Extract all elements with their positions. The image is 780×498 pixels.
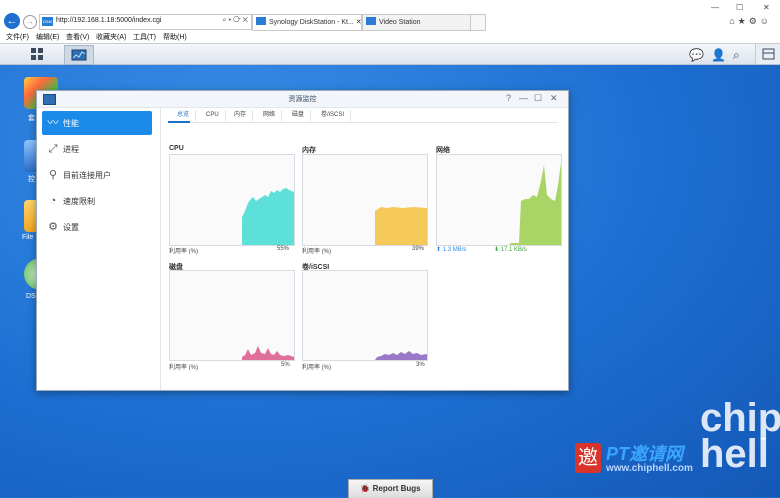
menu-edit[interactable]: 编辑(E) [36,32,59,42]
cpu-value: 55% [277,246,290,252]
volume-footer-label: 利用率 (%) [302,365,331,371]
browser-tab-video-station[interactable]: Video Station [362,14,471,31]
volume-chart [302,270,428,361]
monitor-tabs: 总览 CPU 内存 网络 磁盘 卷/iSCSI [168,108,558,123]
new-tab-button[interactable] [470,14,486,31]
window-title: 资源监控 [288,96,317,103]
menu-bar: 文件(F) 编辑(E) 查看(V) 收藏夹(A) 工具(T) 帮助(H) [0,31,780,44]
maximize-button[interactable]: ☐ [736,3,743,12]
address-bar[interactable]: DSM http://192.168.1.18:5000/index.cgi ⌕… [39,14,252,30]
watermark-seal-icon: 邀 [575,443,601,473]
tab-overview[interactable]: 总览 [171,110,197,121]
user-icon[interactable]: 👤 [711,48,726,62]
network-chart [436,154,562,246]
sidebar-item-label: 速度限制 [63,197,95,206]
sidebar: 〰 性能 ⤢ 进程 ⚲ 目前连接用户 ◔ 速度限制 ⚙ 设置 [37,108,161,390]
network-traffic-area [509,163,561,245]
sidebar-item-settings[interactable]: ⚙ 设置 [42,215,152,239]
report-bugs-label: Report Bugs [372,484,421,493]
cpu-usage-area [242,188,294,245]
cpu-footer-label: 利用率 (%) [169,249,198,255]
active-tab-indicator [168,121,190,123]
main-menu-grid-icon[interactable] [25,45,51,63]
desktop-label: File [22,234,34,241]
search-icon[interactable]: ⌕ [733,48,740,63]
upload-arrow-icon: ⬆ [436,247,442,253]
dsm-taskbar [0,44,780,65]
sidebar-item-performance[interactable]: 〰 性能 [42,111,152,135]
volume-value: 3% [416,362,425,368]
resource-monitor-window: 资源监控 ? — ☐ ✕ 〰 性能 ⤢ 进程 ⚲ 目前连接用户 ◔ 速度限制 ⚙… [36,90,569,391]
chat-icon[interactable]: 💬 [689,48,704,62]
disk-usage-area [242,346,294,360]
tab-volume-iscsi[interactable]: 卷/iSCSI [315,110,352,121]
memory-value: 39% [412,246,425,252]
sidebar-item-speed-limit[interactable]: ◔ 速度限制 [42,189,152,213]
close-window-button[interactable]: ✕ [763,3,770,12]
search-refresh-icon[interactable]: ⌕ ▾ ⟳ ✕ [222,17,248,25]
bug-icon: 🐞 [360,484,373,493]
watermark-site: www.chiphell.com [606,463,693,474]
browser-tab-label: Video Station [379,19,421,26]
browser-tab-dsm[interactable]: Synology DiskStation - Kt... ✕ [252,14,362,31]
network-upload: ⬆ 1.3 MB/s [436,246,466,253]
menu-help[interactable]: 帮助(H) [163,32,187,42]
home-favorites-settings-icons[interactable]: ⌂★⚙☺ [729,16,772,27]
watermark-hell-text: hell [700,432,769,476]
widgets-panel-button[interactable] [755,44,780,64]
download-arrow-icon: ⬇ [494,247,500,253]
memory-chart [302,154,428,246]
desktop-label: DS [26,293,36,300]
sidebar-item-label: 性能 [63,119,79,128]
network-upload-value: 1.3 MB/s [442,247,467,253]
report-bugs-button[interactable]: 🐞 Report Bugs [348,479,433,498]
speed-limit-icon: ◔ [49,195,57,207]
desktop-label: 套 [28,115,35,122]
menu-favorites[interactable]: 收藏夹(A) [96,32,126,42]
memory-footer-label: 利用率 (%) [302,249,331,255]
sidebar-item-label: 进程 [63,145,79,154]
help-button[interactable]: ? [506,93,511,103]
disk-footer-label: 利用率 (%) [169,365,198,371]
minimize-button[interactable]: — [519,93,528,103]
sidebar-item-process[interactable]: ⤢ 进程 [42,137,152,161]
back-arrow-icon[interactable]: ← [4,13,20,29]
cpu-panel-title: CPU [169,145,184,152]
site-favicon-icon: DSM [42,17,53,26]
sidebar-item-connected-users[interactable]: ⚲ 目前连接用户 [42,163,152,187]
menu-file[interactable]: 文件(F) [6,32,29,42]
tab-memory[interactable]: 内存 [228,110,254,121]
tab-disk[interactable]: 磁盘 [286,110,312,121]
connected-users-icon: ⚲ [48,169,58,181]
close-button[interactable]: ✕ [550,93,558,104]
browser-tab-label: Synology DiskStation - Kt... [269,19,354,26]
sidebar-item-label: 目前连接用户 [63,171,111,180]
tab-network[interactable]: 网络 [257,110,283,121]
disk-chart [169,270,295,361]
network-download: ⬇ 17.1 KB/s [494,246,527,253]
network-download-value: 17.1 KB/s [500,247,527,253]
cpu-chart [169,154,295,246]
minimize-button[interactable]: — [711,3,719,12]
performance-icon: 〰 [47,117,59,129]
tab-cpu[interactable]: CPU [200,110,226,121]
menu-tools[interactable]: 工具(T) [133,32,156,42]
tab-favicon-icon [256,17,266,25]
settings-icon: ⚙ [48,221,58,233]
process-icon: ⤢ [48,143,58,155]
maximize-button[interactable]: ☐ [534,93,542,104]
memory-usage-area [375,207,427,245]
disk-value: 5% [281,362,290,368]
resource-monitor-task-button[interactable] [64,45,94,65]
sidebar-item-label: 设置 [63,223,79,232]
desktop-label: 控 [28,176,35,183]
menu-view[interactable]: 查看(V) [66,32,89,42]
window-titlebar[interactable]: 资源监控 ? — ☐ ✕ [37,91,568,108]
address-url[interactable]: http://192.168.1.18:5000/index.cgi [56,17,161,24]
tab-close-icon[interactable]: ✕ [354,19,361,26]
tab-favicon-icon [366,17,376,25]
watermark-chip: chip hell [700,398,780,474]
forward-arrow-icon[interactable]: → [23,15,37,29]
volume-usage-area [375,351,427,360]
